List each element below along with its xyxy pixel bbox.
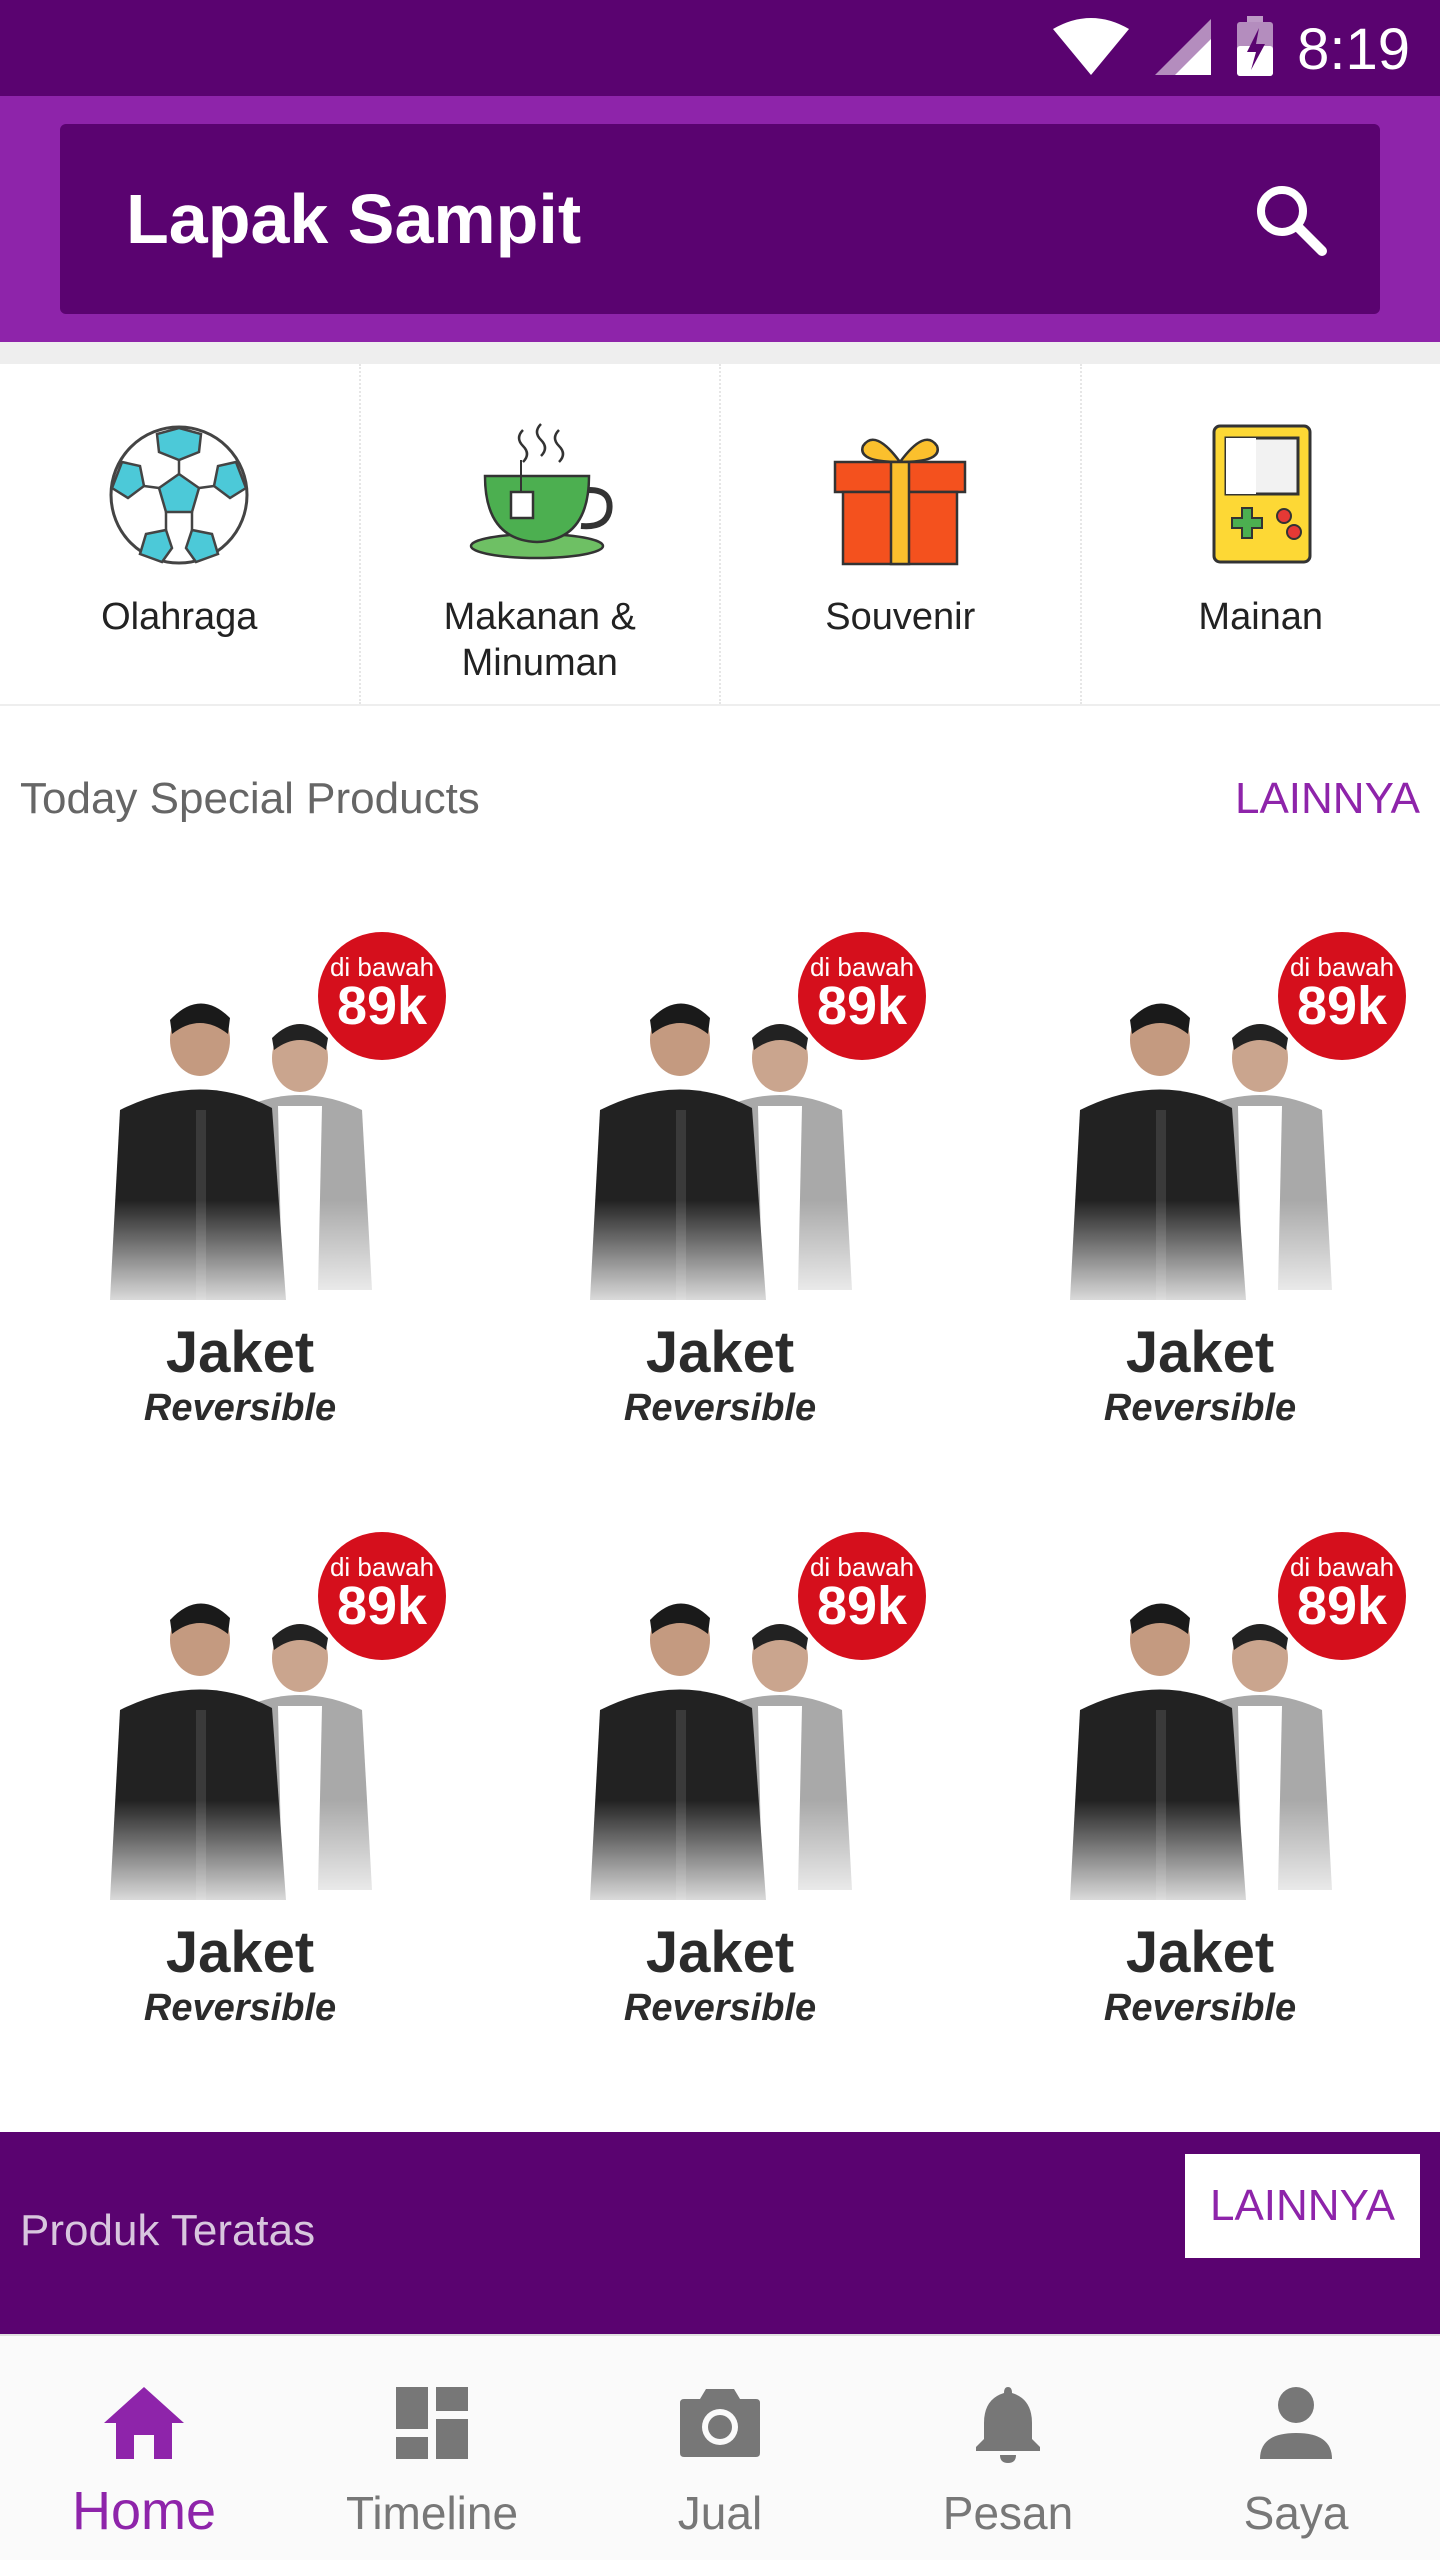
- top-products-header: Produk Teratas LAINNYA: [0, 2132, 1440, 2336]
- battery-charging-icon: [1235, 15, 1275, 83]
- dashboard-icon: [387, 2378, 477, 2468]
- category-souvenir[interactable]: Souvenir: [721, 364, 1082, 704]
- bell-icon: [963, 2378, 1053, 2468]
- product-name: Jaket: [1126, 1920, 1274, 1985]
- search-icon[interactable]: [1250, 179, 1330, 259]
- product-image: di bawah89kJaketReversible: [0, 932, 480, 1429]
- category-label: Mainan: [1198, 596, 1324, 638]
- badge-price: 89k: [337, 976, 428, 1036]
- product-card[interactable]: di bawah 89k Jaket Reversible: [480, 910, 960, 1470]
- nav-timeline[interactable]: Timeline: [288, 2336, 576, 2560]
- product-name: Jaket: [646, 1920, 794, 1985]
- nav-home[interactable]: Home: [0, 2336, 288, 2560]
- handheld-game-icon: [1186, 420, 1336, 570]
- product-card[interactable]: di bawah 89k Jaket Reversible: [0, 1510, 480, 2070]
- product-image: di bawah89kJaketReversible: [960, 932, 1440, 1429]
- badge-price: 89k: [1297, 976, 1388, 1036]
- category-label: Olahraga: [101, 596, 258, 638]
- badge-price: 89k: [1297, 1576, 1388, 1636]
- nav-pesan[interactable]: Pesan: [864, 2336, 1152, 2560]
- soccer-ball-icon: [104, 420, 254, 570]
- status-bar: 8:19: [0, 0, 1440, 96]
- product-image: di bawah89kJaketReversible: [960, 1532, 1440, 2029]
- bottom-navigation: Home Timeline Jual Pesan Saya: [0, 2334, 1440, 2560]
- product-subtitle: Reversible: [144, 1387, 336, 1429]
- nav-label: Saya: [1243, 2487, 1349, 2539]
- category-label: Souvenir: [825, 596, 976, 638]
- today-special-header: Today Special Products LAINNYA: [0, 760, 1440, 840]
- category-mainan[interactable]: Mainan: [1082, 364, 1440, 704]
- category-olahraga[interactable]: Olahraga: [0, 364, 361, 704]
- badge-price: 89k: [817, 976, 908, 1036]
- search-bar[interactable]: Lapak Sampit: [60, 124, 1380, 314]
- app-bar: Lapak Sampit: [0, 96, 1440, 342]
- nav-label: Pesan: [942, 2487, 1074, 2539]
- badge-price: 89k: [337, 1576, 428, 1636]
- product-image: di bawah89kJaketReversible: [480, 1532, 960, 2029]
- product-subtitle: Reversible: [1104, 1387, 1296, 1429]
- product-subtitle: Reversible: [1104, 1987, 1296, 2029]
- nav-jual[interactable]: Jual: [576, 2336, 864, 2560]
- product-name: Jaket: [1126, 1320, 1274, 1385]
- nav-label: Jual: [677, 2487, 763, 2539]
- product-card[interactable]: di bawah 89k Jaket Reversible: [480, 1510, 960, 2070]
- product-card[interactable]: di bawah 89k Jaket Reversible: [960, 1510, 1440, 2070]
- product-name: Jaket: [646, 1320, 794, 1385]
- product-subtitle: Reversible: [144, 1987, 336, 2029]
- status-icons: 8:19: [1051, 14, 1410, 84]
- product-subtitle: Reversible: [624, 1987, 816, 2029]
- product-name: Jaket: [166, 1920, 314, 1985]
- person-icon: [1251, 2378, 1341, 2468]
- nav-saya[interactable]: Saya: [1152, 2336, 1440, 2560]
- status-time: 8:19: [1297, 16, 1410, 82]
- product-image: di bawah89kJaketReversible: [0, 1532, 480, 2029]
- tea-cup-icon: [465, 420, 615, 570]
- wifi-icon: [1051, 17, 1131, 82]
- top-products-more-button[interactable]: LAINNYA: [1185, 2154, 1420, 2258]
- camera-icon: [675, 2378, 765, 2468]
- cellular-signal-icon: [1153, 17, 1213, 82]
- divider: [0, 342, 1440, 364]
- today-special-more-link[interactable]: LAINNYA: [1235, 774, 1420, 824]
- product-image: di bawah89kJaketReversible: [480, 932, 960, 1429]
- gift-box-icon: [825, 420, 975, 570]
- home-icon: [99, 2378, 189, 2468]
- nav-label: Home: [71, 2481, 217, 2541]
- badge-price: 89k: [817, 1576, 908, 1636]
- section-title: Produk Teratas: [20, 2206, 316, 2255]
- section-title: Today Special Products: [20, 774, 480, 823]
- nav-label: Timeline: [345, 2487, 519, 2539]
- product-card[interactable]: di bawah 89k Jaket Reversible: [960, 910, 1440, 1470]
- category-list: Olahraga Makanan & Minuman Souvenir Main…: [0, 364, 1440, 706]
- category-makanan-minuman[interactable]: Makanan & Minuman: [361, 364, 721, 704]
- category-label: Makanan & Minuman: [443, 596, 636, 684]
- product-subtitle: Reversible: [624, 1387, 816, 1429]
- app-title: Lapak Sampit: [126, 180, 582, 258]
- product-name: Jaket: [166, 1320, 314, 1385]
- product-card[interactable]: di bawah 89k Jaket Reversible: [0, 910, 480, 1470]
